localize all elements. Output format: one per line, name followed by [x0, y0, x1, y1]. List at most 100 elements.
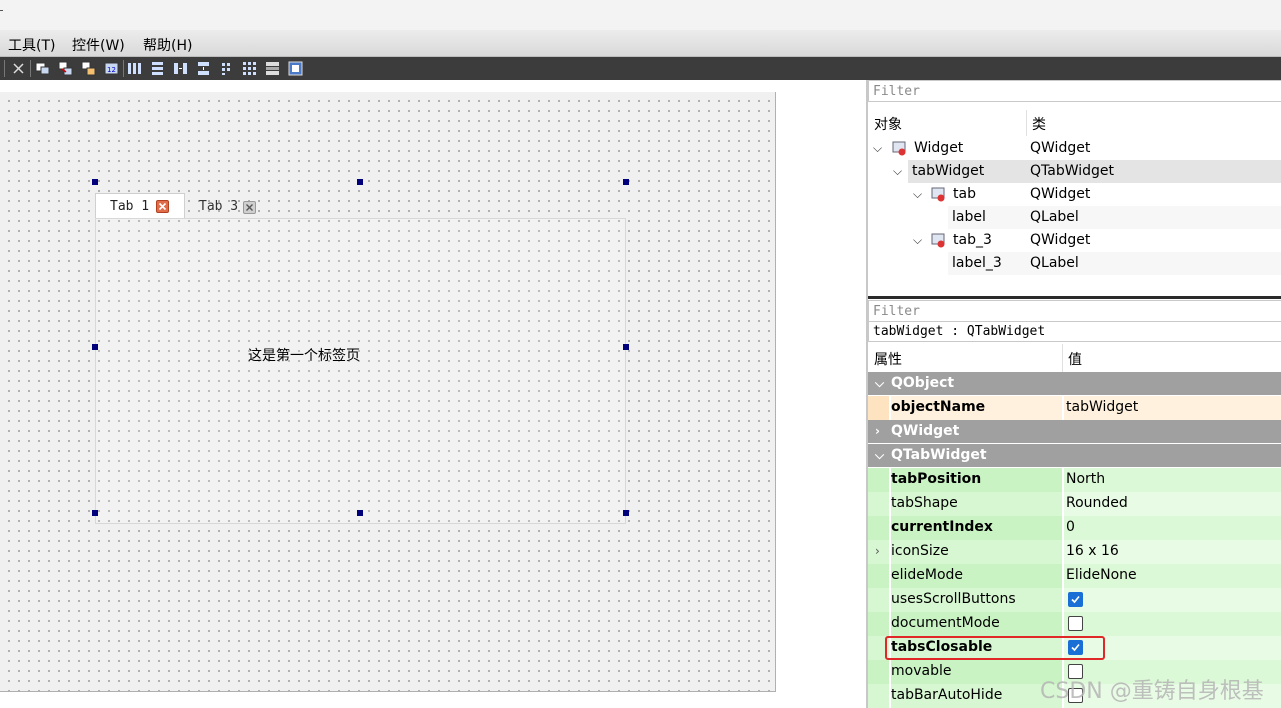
titlebar-edge	[0, 10, 3, 11]
selection-handle[interactable]	[623, 344, 629, 350]
tree-row-tab[interactable]: ⌵ tab QWidget	[868, 183, 1281, 206]
expand-arrow-icon[interactable]: ⌵	[913, 233, 925, 247]
column-class: 类	[1032, 117, 1046, 133]
widget-icon	[931, 233, 945, 248]
form-widget[interactable]: Tab 1 Tab 3 这是第一个标签页	[0, 92, 776, 692]
prop-objectname[interactable]: objectName tabWidget	[868, 396, 1281, 420]
adjust-size-icon[interactable]	[288, 61, 303, 76]
row-gutter	[868, 564, 889, 588]
layout-h-splitter-icon[interactable]	[173, 61, 188, 76]
prop-tabshape[interactable]: tabShape Rounded	[868, 492, 1281, 516]
break-layout-icon[interactable]	[265, 61, 280, 76]
expand-arrow-icon[interactable]: ⌵	[893, 164, 905, 178]
row-gutter	[868, 492, 889, 516]
prop-name: tabShape	[891, 492, 1062, 516]
prop-value[interactable]: Rounded	[1064, 492, 1281, 516]
property-filter[interactable]	[868, 300, 1281, 322]
menu-tools[interactable]: 工具(T)	[8, 35, 55, 55]
selection-handle[interactable]	[92, 510, 98, 516]
edit-buddies-icon[interactable]	[81, 61, 96, 76]
selection-handle[interactable]	[357, 179, 363, 185]
prop-tabsclosable[interactable]: tabsClosable	[868, 636, 1281, 660]
prop-value[interactable]: North	[1064, 468, 1281, 492]
tree-name: label_3	[948, 252, 1026, 275]
tab-widget[interactable]: Tab 1 Tab 3 这是第一个标签页	[95, 193, 626, 524]
toolbar-separator	[4, 60, 5, 77]
edit-signals-icon[interactable]	[58, 61, 73, 76]
menu-help[interactable]: 帮助(H)	[143, 35, 192, 55]
tree-class: QLabel	[1026, 206, 1281, 229]
prop-iconsize[interactable]: › iconSize 16 x 16	[868, 540, 1281, 564]
toolbar-separator	[123, 60, 124, 77]
prop-value[interactable]: 16 x 16	[1064, 540, 1281, 564]
selection-handle[interactable]	[357, 510, 363, 516]
expand-arrow-icon[interactable]: ⌵	[875, 376, 884, 391]
edit-tab-order-icon[interactable]: 12	[104, 61, 119, 76]
object-filter[interactable]	[868, 80, 1281, 102]
prop-value-cell	[1064, 636, 1281, 660]
tab-1[interactable]: Tab 1	[95, 193, 185, 219]
prop-documentmode[interactable]: documentMode	[868, 612, 1281, 636]
tree-class: QTabWidget	[1026, 160, 1281, 183]
tree-row-tabwidget[interactable]: ⌵ tabWidget QTabWidget	[868, 160, 1281, 183]
panel-splitter[interactable]	[868, 296, 1281, 299]
edit-widgets-icon[interactable]	[35, 61, 50, 76]
prop-currentindex[interactable]: currentIndex 0	[868, 516, 1281, 540]
checkbox-unchecked[interactable]	[1068, 616, 1083, 631]
selection-handle[interactable]	[623, 179, 629, 185]
prop-usesscrollbuttons[interactable]: usesScrollButtons	[868, 588, 1281, 612]
selection-handle[interactable]	[623, 510, 629, 516]
layout-form-icon[interactable]	[219, 61, 234, 76]
layout-vertical-icon[interactable]	[150, 61, 165, 76]
object-inspector-header: 对象 类	[868, 110, 1281, 136]
expand-arrow-icon[interactable]: ⌵	[913, 187, 925, 201]
prop-value[interactable]: 0	[1064, 516, 1281, 540]
row-gutter	[868, 612, 889, 636]
tree-class: QWidget	[1030, 140, 1091, 156]
prop-tabposition[interactable]: tabPosition North	[868, 468, 1281, 492]
property-filter-input[interactable]	[869, 301, 1281, 321]
tab-1-close-icon[interactable]	[156, 200, 169, 213]
tree-name: tab_3	[953, 232, 992, 248]
checkbox-checked[interactable]	[1068, 640, 1083, 655]
group-qwidget[interactable]: › QWidget	[868, 420, 1281, 444]
watermark: CSDN @重铸自身根基	[1040, 679, 1264, 704]
tree-row-tab-3[interactable]: ⌵ tab_3 QWidget	[868, 229, 1281, 252]
selection-handle[interactable]	[92, 344, 98, 350]
column-divider	[1062, 344, 1063, 372]
close-icon[interactable]	[11, 61, 26, 76]
layout-horizontal-icon[interactable]	[127, 61, 142, 76]
prop-value[interactable]: tabWidget	[1064, 396, 1281, 420]
menu-widgets[interactable]: 控件(W)	[72, 35, 125, 55]
tree-row-label-3[interactable]: label_3 QLabel	[868, 252, 1281, 275]
layout-v-splitter-icon[interactable]	[196, 61, 211, 76]
checkbox-checked[interactable]	[1068, 592, 1083, 607]
tree-row-label[interactable]: label QLabel	[868, 206, 1281, 229]
expand-arrow-icon[interactable]: ⌵	[873, 141, 885, 155]
tab-3-close-icon[interactable]	[243, 201, 256, 214]
group-label: QWidget	[891, 423, 960, 439]
collapse-arrow-icon[interactable]: ›	[875, 424, 880, 438]
pane-label: 这是第一个标签页	[248, 348, 360, 364]
row-gutter	[868, 588, 889, 612]
tree-name: Widget	[914, 140, 964, 156]
group-qtabwidget[interactable]: ⌵ QTabWidget	[868, 444, 1281, 468]
prop-name: elideMode	[891, 564, 1062, 588]
tree-row-widget[interactable]: ⌵ Widget QWidget	[868, 137, 1281, 160]
menubar: 工具(T) 控件(W) 帮助(H)	[0, 30, 1281, 57]
prop-value[interactable]: ElideNone	[1064, 564, 1281, 588]
column-value: 值	[1068, 352, 1082, 368]
prop-elidemode[interactable]: elideMode ElideNone	[868, 564, 1281, 588]
tree-name: tabWidget	[908, 160, 1026, 183]
layout-grid-icon[interactable]	[242, 61, 257, 76]
prop-name: movable	[891, 660, 1062, 684]
expand-arrow-icon[interactable]: ⌵	[875, 448, 884, 463]
collapse-arrow-icon[interactable]: ›	[875, 544, 880, 558]
tab-3[interactable]: Tab 3	[185, 195, 271, 219]
toolbar-separator	[30, 60, 31, 77]
object-filter-input[interactable]	[869, 81, 1281, 101]
group-qobject[interactable]: ⌵ QObject	[868, 372, 1281, 396]
right-panel: 对象 类 ⌵ Widget QWidget ⌵ tabWidget QTabWi…	[866, 80, 1281, 708]
selection-handle[interactable]	[92, 179, 98, 185]
prop-name: currentIndex	[891, 516, 1062, 540]
